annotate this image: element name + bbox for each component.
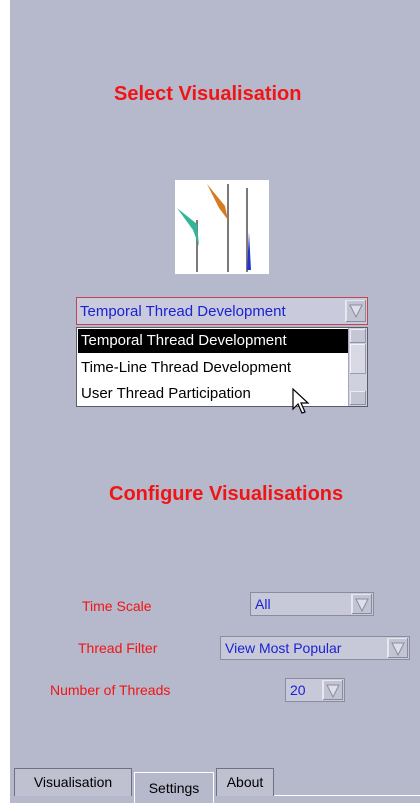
thread-filter-value: View Most Popular xyxy=(225,640,342,656)
thread-filter-arrow-button[interactable] xyxy=(387,638,408,658)
visualisation-combo-value: Temporal Thread Development xyxy=(80,303,286,320)
number-of-threads-combo[interactable]: 20 xyxy=(285,678,345,702)
list-scrollbar[interactable] xyxy=(348,328,367,406)
tab-about[interactable]: About xyxy=(216,768,274,796)
number-of-threads-arrow-button[interactable] xyxy=(322,680,343,700)
triangle-down-icon xyxy=(349,304,363,318)
triangle-down-icon xyxy=(391,642,405,656)
number-of-threads-value: 20 xyxy=(290,682,306,698)
time-scale-arrow-button[interactable] xyxy=(351,594,372,614)
number-of-threads-label: Number of Threads xyxy=(50,682,171,698)
visualisation-dropdown-list[interactable]: Temporal Thread Development Time-Line Th… xyxy=(76,327,368,407)
configure-visualisations-heading: Configure Visualisations xyxy=(109,483,344,505)
tab-visualisation[interactable]: Visualisation xyxy=(14,768,132,796)
thread-filter-combo[interactable]: View Most Popular xyxy=(220,636,410,660)
scroll-down-button[interactable] xyxy=(350,391,366,405)
scroll-up-button[interactable] xyxy=(350,329,366,343)
triangle-down-icon xyxy=(326,684,340,698)
time-scale-label: Time Scale xyxy=(82,598,152,614)
scroll-thumb[interactable] xyxy=(350,344,366,374)
visualisation-combo[interactable]: Temporal Thread Development xyxy=(76,297,368,325)
time-scale-combo[interactable]: All xyxy=(250,592,374,616)
visualisation-combo-arrow-button[interactable] xyxy=(345,300,366,322)
visualisation-preview-thumbnail xyxy=(175,180,269,274)
triangle-down-icon xyxy=(355,598,369,612)
tab-settings[interactable]: Settings xyxy=(134,772,214,803)
tab-baseline xyxy=(274,795,420,796)
list-item-timeline[interactable]: Time-Line Thread Development xyxy=(78,356,348,380)
list-item-temporal[interactable]: Temporal Thread Development xyxy=(78,329,348,353)
select-visualisation-heading: Select Visualisation xyxy=(114,83,302,105)
thread-filter-label: Thread Filter xyxy=(78,640,158,656)
mouse-pointer-icon xyxy=(292,388,310,414)
time-scale-value: All xyxy=(255,596,271,612)
